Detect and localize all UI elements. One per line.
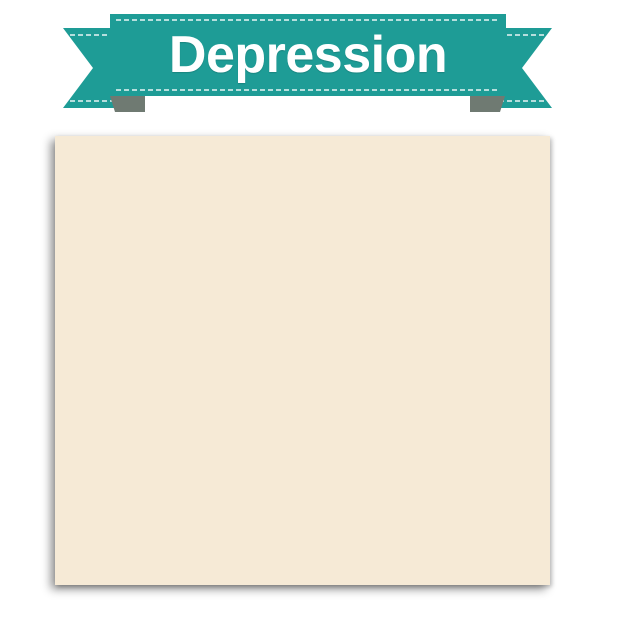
ribbon-right-fold — [470, 96, 505, 112]
ribbon-left-fold — [110, 96, 145, 112]
page-title: Depression — [168, 26, 448, 84]
content-card — [55, 136, 550, 585]
title-banner: Depression — [0, 0, 620, 130]
